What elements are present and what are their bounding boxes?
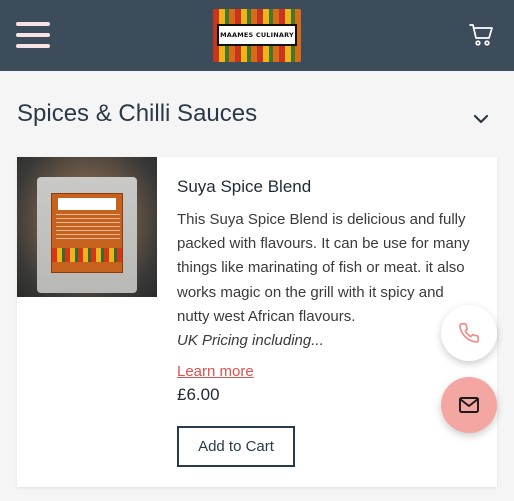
site-logo[interactable]: MAAMES CULINARY <box>213 9 301 62</box>
top-navigation-bar: MAAMES CULINARY <box>0 0 514 71</box>
shopping-cart-icon[interactable] <box>468 22 494 48</box>
pricing-note: UK Pricing including... <box>177 332 324 350</box>
learn-more-link[interactable]: Learn more <box>177 363 254 380</box>
mail-icon <box>459 397 479 413</box>
mail-button[interactable] <box>441 377 497 433</box>
chevron-down-icon[interactable] <box>472 111 490 125</box>
hamburger-menu-icon[interactable] <box>16 22 50 48</box>
product-image[interactable] <box>17 157 157 297</box>
phone-icon <box>459 323 479 343</box>
category-title: Spices & Chilli Sauces <box>17 100 258 127</box>
product-description: This Suya Spice Blend is delicious and f… <box>177 208 477 353</box>
logo-text: MAAMES CULINARY <box>220 31 294 39</box>
product-price: £6.00 <box>177 385 220 404</box>
description-text: This Suya Spice Blend is delicious and f… <box>177 211 470 325</box>
logo-label: MAAMES CULINARY <box>217 24 297 46</box>
product-title[interactable]: Suya Spice Blend <box>177 177 311 197</box>
add-to-cart-button[interactable]: Add to Cart <box>177 426 295 467</box>
bag-label-graphic <box>51 193 123 273</box>
call-button[interactable] <box>441 305 497 361</box>
